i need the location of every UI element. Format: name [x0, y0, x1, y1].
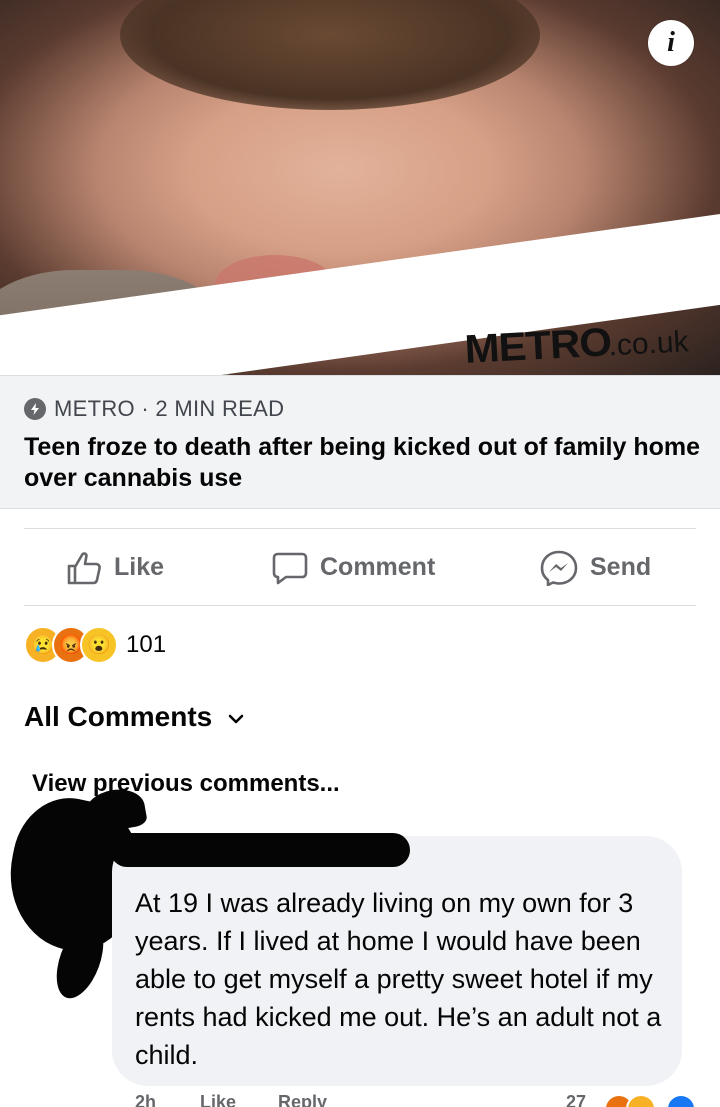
comment-filter-label: All Comments — [24, 701, 213, 732]
like-button[interactable]: Like — [66, 530, 164, 605]
send-button[interactable]: Send — [540, 530, 651, 605]
info-icon[interactable]: i — [648, 20, 694, 66]
comment-filter-dropdown[interactable]: All Comments — [24, 701, 244, 733]
chevron-down-icon — [228, 714, 244, 724]
reaction-summary[interactable]: 😢 😡 😮 101 — [24, 626, 166, 664]
view-previous-comments-link[interactable]: View previous comments... — [32, 770, 340, 798]
comment-button[interactable]: Comment — [272, 530, 435, 605]
comment-time[interactable]: 2h — [135, 1094, 156, 1107]
instant-article-icon — [24, 398, 46, 420]
divider — [24, 605, 696, 606]
link-headline[interactable]: Teen froze to death after being kicked o… — [24, 432, 704, 494]
comment-icon — [272, 552, 308, 584]
comment-reaction-count: 27 — [566, 1094, 587, 1107]
send-label: Send — [590, 553, 652, 581]
like-label: Like — [114, 553, 165, 581]
link-preview-image[interactable] — [0, 0, 720, 375]
messenger-icon — [540, 550, 578, 586]
watermark-main: METRO — [463, 320, 613, 372]
post-action-bar: Like Comment Send — [0, 530, 720, 605]
watermark-suffix: .co.uk — [607, 325, 690, 363]
comment-like-link[interactable]: Like — [200, 1094, 236, 1107]
link-source-text: METRO · 2 MIN READ — [54, 396, 285, 421]
comment-text: At 19 I was already living on my own for… — [135, 888, 662, 1070]
hair — [120, 0, 540, 110]
like-reaction-icon — [666, 1094, 696, 1107]
comment-label: Comment — [320, 553, 436, 581]
link-card[interactable]: METRO · 2 MIN READ Teen froze to death a… — [0, 375, 720, 509]
link-source: METRO · 2 MIN READ — [24, 396, 284, 422]
redacted-author-name — [110, 833, 410, 867]
divider — [24, 528, 696, 529]
comment-meta-row: 2h Like Reply 27 — [0, 1094, 720, 1107]
thumbs-up-icon — [67, 551, 101, 584]
wow-reaction-icon: 😮 — [80, 626, 118, 664]
comment-reply-link[interactable]: Reply — [278, 1094, 327, 1107]
reaction-count: 101 — [126, 631, 167, 658]
haha-reaction-icon — [626, 1094, 656, 1107]
